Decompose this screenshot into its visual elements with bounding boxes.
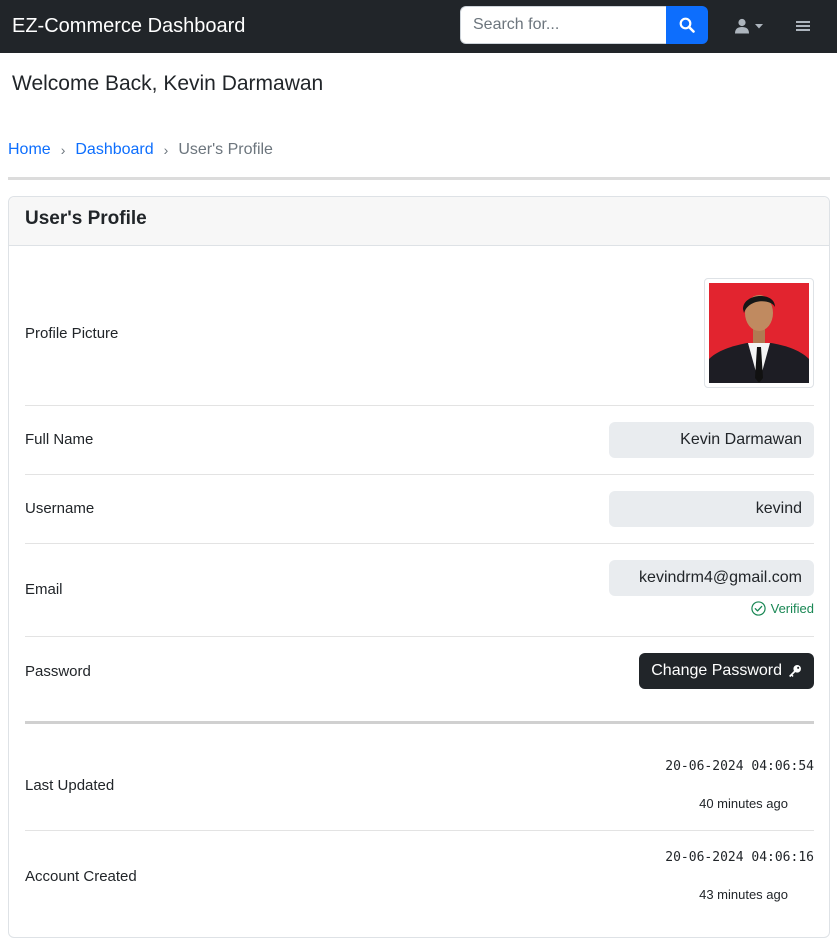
card-title: User's Profile	[25, 208, 147, 229]
user-icon	[735, 18, 749, 34]
breadcrumb-current: User's Profile	[178, 141, 273, 158]
account-created-label: Account Created	[25, 868, 137, 885]
sidebar-toggle-button[interactable]	[790, 12, 816, 40]
email-row: Email kevindrm4@gmail.com Verified	[25, 544, 814, 637]
change-password-button[interactable]: Change Password	[639, 653, 814, 689]
full-name-label: Full Name	[25, 431, 94, 448]
last-updated-label: Last Updated	[25, 777, 115, 794]
divider	[8, 177, 830, 180]
password-row: Password Change Password	[25, 637, 814, 723]
user-dropdown[interactable]	[726, 12, 770, 40]
full-name-row: Full Name Kevin Darmawan	[25, 406, 814, 475]
welcome-heading: Welcome Back, Kevin Darmawan	[12, 72, 324, 95]
account-created-relative: 43 minutes ago	[699, 887, 788, 902]
last-updated-timestamp: 20-06-2024 04:06:54	[665, 759, 814, 774]
email-field[interactable]: kevindrm4@gmail.com	[609, 560, 814, 596]
chevron-right-icon: ›	[163, 142, 169, 158]
change-password-label: Change Password	[651, 662, 782, 679]
verified-label: Verified	[770, 601, 814, 616]
last-updated-relative: 40 minutes ago	[699, 796, 788, 811]
profile-picture[interactable]	[704, 278, 814, 388]
account-created-row: Account Created 20-06-2024 04:06:16 43 m…	[25, 831, 814, 924]
username-row: Username kevind	[25, 475, 814, 544]
divider	[25, 721, 814, 724]
person-portrait	[709, 283, 809, 383]
search-input[interactable]	[460, 6, 667, 44]
top-navbar: EZ-Commerce Dashboard	[0, 0, 837, 53]
search-icon	[679, 17, 695, 33]
profile-picture-row: Profile Picture	[25, 246, 814, 406]
verified-badge: Verified	[750, 601, 814, 616]
brand-title[interactable]: EZ-Commerce Dashboard	[12, 13, 245, 39]
search-button[interactable]	[666, 6, 708, 44]
username-label: Username	[25, 500, 95, 517]
password-label: Password	[25, 663, 91, 680]
breadcrumb-dashboard[interactable]: Dashboard	[75, 140, 153, 160]
profile-card: User's Profile Profile Picture Full Name…	[8, 196, 830, 938]
breadcrumb: Home › Dashboard › User's Profile	[8, 140, 273, 160]
profile-photo	[709, 283, 809, 383]
breadcrumb-home[interactable]: Home	[8, 140, 51, 160]
card-header: User's Profile	[9, 197, 829, 246]
account-created-timestamp: 20-06-2024 04:06:16	[665, 850, 814, 865]
hamburger-icon	[796, 21, 810, 31]
username-field[interactable]: kevind	[609, 491, 814, 527]
key-icon	[789, 665, 801, 678]
check-circle-icon	[750, 601, 766, 616]
profile-picture-label: Profile Picture	[25, 325, 119, 342]
email-label: Email	[25, 581, 63, 598]
caret-down-icon	[755, 23, 763, 28]
chevron-right-icon: ›	[60, 142, 66, 158]
full-name-field[interactable]: Kevin Darmawan	[609, 422, 814, 458]
last-updated-row: Last Updated 20-06-2024 04:06:54 40 minu…	[25, 738, 814, 831]
